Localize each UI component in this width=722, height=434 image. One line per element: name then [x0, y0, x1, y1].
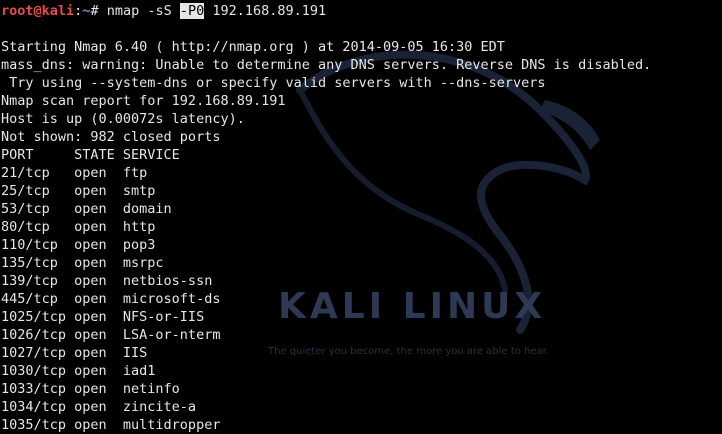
port-row: 1025/tcp open NFS-or-IIS [1, 309, 205, 325]
port-row: 53/tcp open domain [1, 201, 172, 217]
host-up-line: Host is up (0.00072s latency). [1, 111, 245, 127]
command-text: nmap -sS [98, 3, 180, 19]
port-row: 1027/tcp open IIS [1, 345, 148, 361]
port-row: 1033/tcp open netinfo [1, 381, 180, 397]
port-row: 135/tcp open msrpc [1, 255, 164, 271]
command-line: root@kali:~# nmap -sS -P0 192.168.89.191 [1, 2, 721, 20]
prompt-user-host: root@kali [1, 3, 75, 19]
command-target: 192.168.89.191 [204, 3, 327, 19]
command-selected-text[interactable]: -P0 [179, 3, 205, 19]
starting-line: Starting Nmap 6.40 ( http://nmap.org ) a… [1, 39, 505, 55]
dns-warning-line: mass_dns: warning: Unable to determine a… [1, 57, 652, 73]
port-table-header: PORT STATE SERVICE [1, 147, 180, 163]
port-row: 445/tcp open microsoft-ds [1, 291, 221, 307]
port-row: 139/tcp open netbios-ssn [1, 273, 213, 289]
port-row: 80/tcp open http [1, 219, 156, 235]
prompt-symbol: # [90, 3, 99, 19]
port-row: 1034/tcp open zincite-a [1, 399, 197, 415]
not-shown-line: Not shown: 982 closed ports [1, 129, 221, 145]
port-row: 1030/tcp open iad1 [1, 363, 156, 379]
port-row: 110/tcp open pop3 [1, 237, 156, 253]
dns-hint-line: Try using --system-dns or specify valid … [1, 75, 546, 91]
port-row: 25/tcp open smtp [1, 183, 156, 199]
scan-report-line: Nmap scan report for 192.168.89.191 [1, 93, 286, 109]
terminal-window[interactable]: KALI LINUX The quieter you become, the m… [0, 0, 722, 434]
terminal-output: root@kali:~# nmap -sS -P0 192.168.89.191… [1, 2, 721, 434]
port-row: 1026/tcp open LSA-or-nterm [1, 327, 221, 343]
port-row: 21/tcp open ftp [1, 165, 148, 181]
port-row: 1035/tcp open multidropper [1, 417, 221, 433]
